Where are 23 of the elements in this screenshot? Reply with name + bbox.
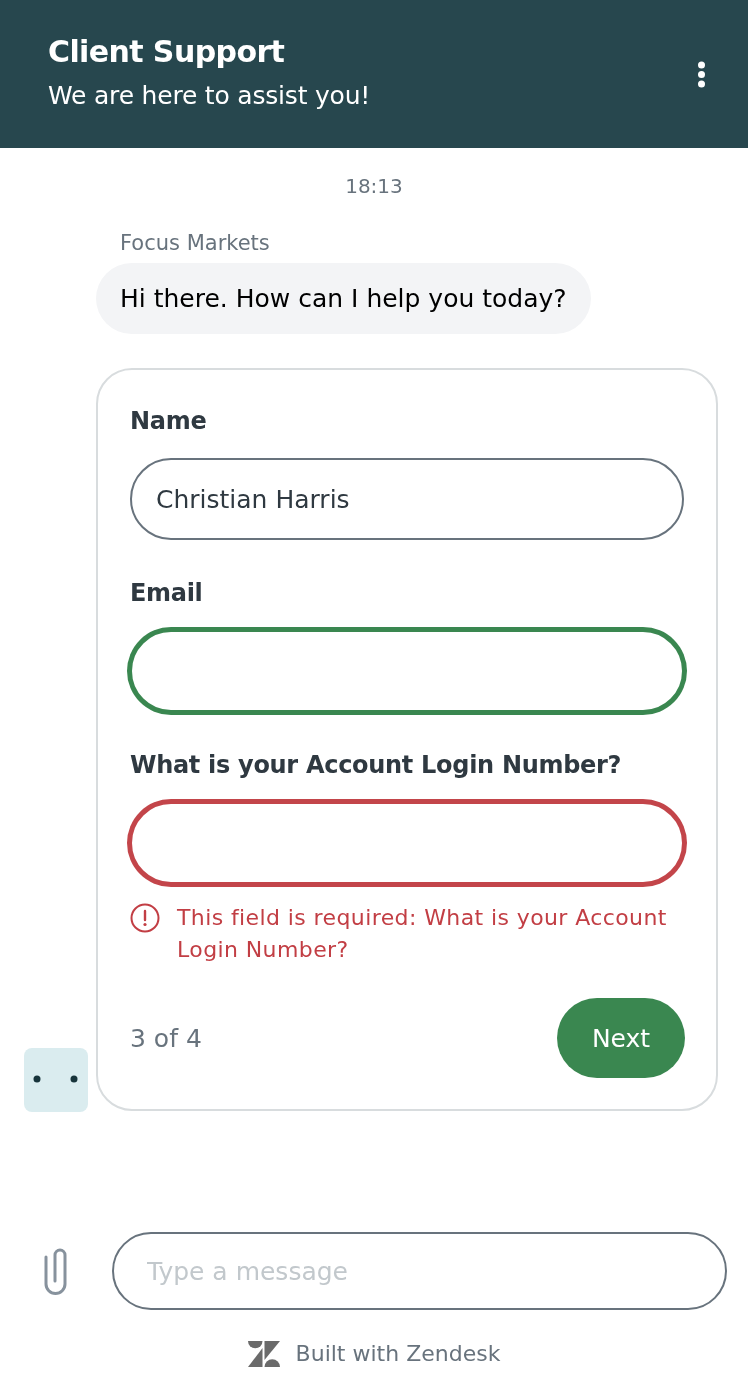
- more-vertical-icon: [697, 60, 706, 88]
- logo-icon: [247, 1341, 280, 1367]
- avatar-icon: [24, 1048, 88, 1112]
- text-input-field[interactable]: [130, 630, 684, 712]
- message-input[interactable]: Type a message: [112, 1232, 727, 1310]
- field-label: What is your Account Login Number?: [130, 751, 623, 779]
- chat-subtitle: We are here to assist you!: [48, 80, 371, 111]
- sender-name: Focus Markets: [120, 231, 270, 255]
- paperclip-icon: [42, 1247, 69, 1295]
- message-bubble: Hi there. How can I help you today?: [96, 263, 591, 334]
- error-message: This field is required: What is your Account Login Number?: [177, 904, 668, 964]
- alert-icon: [130, 903, 160, 933]
- next-button[interactable]: Next: [557, 998, 685, 1078]
- field-label: Name: [130, 407, 208, 435]
- chat-title: Client Support: [48, 33, 286, 70]
- branding-text: Built with Zendesk: [295, 1340, 501, 1368]
- text-input-field[interactable]: [130, 802, 684, 884]
- field-label: Email: [130, 579, 204, 607]
- menu-button[interactable]: [697, 60, 706, 88]
- text-input-field[interactable]: Christian Harris: [130, 458, 684, 540]
- step-counter: 3 of 4: [130, 1023, 202, 1053]
- attach-button[interactable]: [42, 1247, 69, 1295]
- timestamp: 18:13: [345, 174, 403, 198]
